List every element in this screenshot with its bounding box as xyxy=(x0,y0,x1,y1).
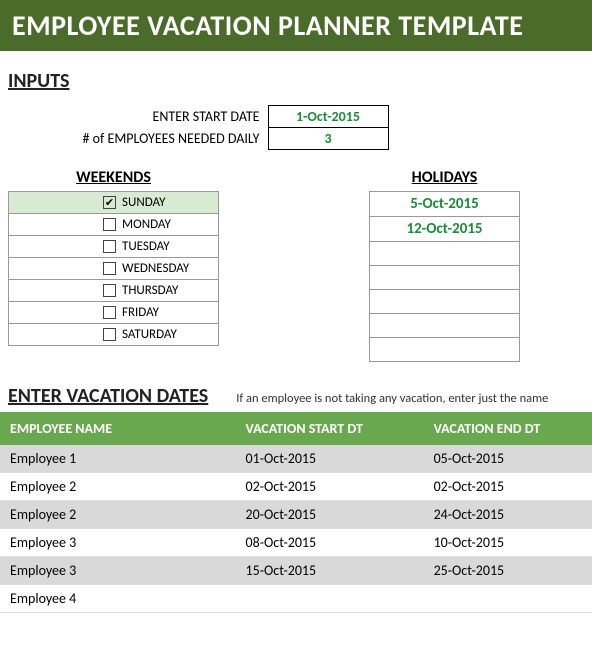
cell-end: 02-Oct-2015 xyxy=(434,478,582,495)
holiday-cell[interactable] xyxy=(370,290,520,314)
table-row[interactable]: Employee 2 20-Oct-2015 24-Oct-2015 xyxy=(0,501,592,529)
cell-name: Employee 1 xyxy=(10,450,246,467)
enter-dates-header: ENTER VACATION DATES xyxy=(8,384,208,408)
holiday-cell[interactable]: 12-Oct-2015 xyxy=(370,217,520,242)
weekend-label: MONDAY xyxy=(122,217,171,232)
col-header-end: VACATION END DT xyxy=(434,420,582,437)
cell-name: Employee 2 xyxy=(10,506,246,523)
vacation-table-header: EMPLOYEE NAME VACATION START DT VACATION… xyxy=(0,412,592,445)
cell-end: 24-Oct-2015 xyxy=(434,506,582,523)
holiday-cell[interactable] xyxy=(370,338,520,362)
weekends-table: ✔ SUNDAY MONDAY TUESDAY WEDNESDAY THURSDA… xyxy=(8,191,219,346)
holiday-cell[interactable] xyxy=(370,266,520,290)
employees-needed-input[interactable]: 3 xyxy=(268,128,388,150)
holidays-section: HOLIDAYS 5-Oct-2015 12-Oct-2015 xyxy=(369,168,520,362)
cell-start: 15-Oct-2015 xyxy=(246,562,434,579)
employees-needed-label: # of EMPLOYEES NEEDED DAILY xyxy=(8,128,268,150)
weekends-section: WEEKENDS ✔ SUNDAY MONDAY TUESDAY WEDNESDA… xyxy=(8,168,219,362)
checkbox-icon xyxy=(103,240,116,253)
checkbox-icon xyxy=(103,284,116,297)
cell-start: 20-Oct-2015 xyxy=(246,506,434,523)
weekend-row-saturday[interactable]: SATURDAY xyxy=(15,327,212,342)
checkbox-icon xyxy=(103,328,116,341)
hint-text: If an employee is not taking any vacatio… xyxy=(236,391,548,406)
weekends-header: WEEKENDS xyxy=(8,168,219,187)
weekend-label: SUNDAY xyxy=(122,195,165,210)
weekend-label: FRIDAY xyxy=(122,305,159,320)
weekend-label: WEDNESDAY xyxy=(122,261,189,276)
inputs-header: INPUTS xyxy=(8,69,592,93)
weekend-label: THURSDAY xyxy=(122,283,178,298)
cell-start: 01-Oct-2015 xyxy=(246,450,434,467)
cell-start xyxy=(246,590,434,607)
weekend-row-sunday[interactable]: ✔ SUNDAY xyxy=(15,195,212,210)
weekend-label: TUESDAY xyxy=(122,239,170,254)
weekend-row-friday[interactable]: FRIDAY xyxy=(15,305,212,320)
weekend-label: SATURDAY xyxy=(122,327,177,342)
cell-start: 02-Oct-2015 xyxy=(246,478,434,495)
holiday-cell[interactable] xyxy=(370,242,520,266)
table-row[interactable]: Employee 1 01-Oct-2015 05-Oct-2015 xyxy=(0,445,592,473)
cell-name: Employee 3 xyxy=(10,562,246,579)
start-date-input[interactable]: 1-Oct-2015 xyxy=(268,106,388,128)
cell-end: 05-Oct-2015 xyxy=(434,450,582,467)
table-row[interactable]: Employee 3 15-Oct-2015 25-Oct-2015 xyxy=(0,557,592,585)
weekend-row-monday[interactable]: MONDAY xyxy=(15,217,212,232)
cell-end: 10-Oct-2015 xyxy=(434,534,582,551)
holiday-cell[interactable] xyxy=(370,314,520,338)
col-header-start: VACATION START DT xyxy=(246,420,434,437)
cell-end: 25-Oct-2015 xyxy=(434,562,582,579)
cell-end xyxy=(434,590,582,607)
table-row[interactable]: Employee 4 xyxy=(0,585,592,613)
inputs-table: ENTER START DATE 1-Oct-2015 # of EMPLOYE… xyxy=(8,105,389,150)
start-date-label: ENTER START DATE xyxy=(8,106,268,128)
cell-name: Employee 4 xyxy=(10,590,246,607)
checkbox-icon xyxy=(103,306,116,319)
holidays-header: HOLIDAYS xyxy=(369,168,520,187)
col-header-name: EMPLOYEE NAME xyxy=(10,420,246,437)
holiday-cell[interactable]: 5-Oct-2015 xyxy=(370,192,520,217)
cell-start: 08-Oct-2015 xyxy=(246,534,434,551)
weekend-row-tuesday[interactable]: TUESDAY xyxy=(15,239,212,254)
checkbox-icon: ✔ xyxy=(103,196,116,209)
checkbox-icon xyxy=(103,262,116,275)
page-title: EMPLOYEE VACATION PLANNER TEMPLATE xyxy=(0,0,592,51)
table-row[interactable]: Employee 3 08-Oct-2015 10-Oct-2015 xyxy=(0,529,592,557)
holidays-table: 5-Oct-2015 12-Oct-2015 xyxy=(369,191,520,362)
weekend-row-thursday[interactable]: THURSDAY xyxy=(15,283,212,298)
weekend-row-wednesday[interactable]: WEDNESDAY xyxy=(15,261,212,276)
table-row[interactable]: Employee 2 02-Oct-2015 02-Oct-2015 xyxy=(0,473,592,501)
cell-name: Employee 2 xyxy=(10,478,246,495)
cell-name: Employee 3 xyxy=(10,534,246,551)
checkbox-icon xyxy=(103,218,116,231)
